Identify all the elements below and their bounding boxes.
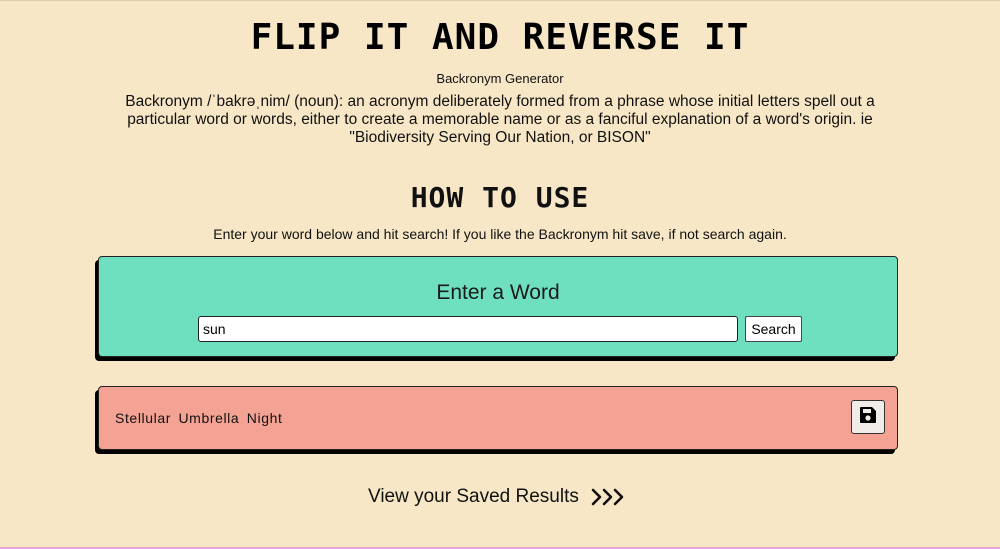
how-to-use-heading: HOW TO USE <box>410 181 590 214</box>
page-title: FLIP IT AND REVERSE IT <box>250 17 750 58</box>
page-subtitle: Backronym Generator <box>436 71 564 86</box>
backronym-definition: Backronym /ˈbakrəˌnim/ (noun): an acrony… <box>125 93 875 146</box>
search-card: Enter a Word Search <box>98 256 898 357</box>
save-button[interactable] <box>851 400 885 434</box>
word-input[interactable] <box>198 316 738 342</box>
how-to-use-instructions: Enter your word below and hit search! If… <box>213 226 787 242</box>
result-card: Stellular Umbrella Night <box>98 386 898 450</box>
view-saved-results-label: View your Saved Results <box>368 486 579 507</box>
backronym-result: Stellular Umbrella Night <box>115 410 283 426</box>
enter-word-label: Enter a Word <box>436 281 560 304</box>
view-saved-results-link[interactable]: View your Saved Results <box>368 486 625 508</box>
triple-chevron-right-icon <box>591 488 625 506</box>
floppy-disk-icon <box>858 405 878 430</box>
search-button[interactable]: Search <box>745 316 802 342</box>
